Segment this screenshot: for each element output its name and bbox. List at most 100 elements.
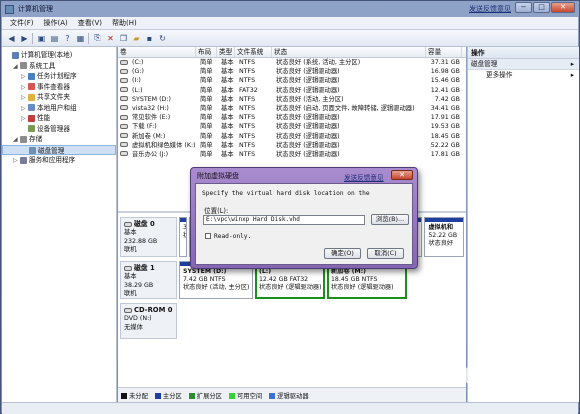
partition-block[interactable]: 37状 (179, 217, 187, 257)
tree-item[interactable]: ▷ 服务和应用程序 (2, 155, 116, 166)
disk-type: 基本 (124, 229, 137, 237)
attach-vhd-dialog: 附加虚拟硬盘 发送反馈意见 ✕ Specify the virtual hard… (190, 167, 418, 269)
table-cell: 基本 (217, 76, 235, 85)
legend-label: 可用空间 (236, 392, 263, 400)
menu-help[interactable]: 帮助(H) (112, 18, 137, 28)
up-folder-icon[interactable]: ▣ (36, 33, 47, 44)
table-cell: 状态良好 (逻辑驱动器) (272, 150, 426, 159)
menu-action[interactable]: 操作(A) (44, 18, 68, 28)
table-row[interactable]: 虚拟机和绿色媒体 (K:) 简单 基本 NTFS 状态良好 (逻辑驱动器) 52.22 G… (118, 141, 466, 150)
tree-node-icon (12, 51, 19, 59)
toolbar-separator (32, 32, 34, 44)
forward-icon[interactable]: ▶ (19, 33, 30, 44)
minimize-button[interactable]: − (515, 2, 532, 13)
help-icon[interactable]: ? (62, 33, 73, 44)
table-cell: 状态良好 (逻辑驱动器) (272, 141, 426, 150)
legend-swatch (269, 392, 276, 399)
feedback-link[interactable]: 发送反馈意见 (469, 4, 511, 14)
refresh-icon[interactable]: ↻ (157, 33, 168, 44)
computer-management-icon (5, 4, 14, 14)
tree-item-label: 事件查看器 (37, 82, 70, 91)
expand-arrow-icon[interactable]: ▷ (13, 156, 20, 167)
table-row[interactable]: (G:) 简单 基本 NTFS 状态良好 (逻辑驱动器) 16.98 GB (118, 67, 466, 76)
tree-item[interactable]: ▷ 任务计划程序 (2, 71, 116, 82)
delete-icon[interactable]: ✕ (105, 33, 116, 44)
table-row[interactable]: SYSTEM (D:) 简单 基本 NTFS 状态良好 (活动, 主分区) 7.42 GB (118, 95, 466, 104)
disk-label[interactable]: CD-ROM 0 DVD (N:) 无媒体 (120, 303, 177, 339)
disk-type: 基本 (124, 273, 137, 281)
export-list-icon[interactable]: ⎘ (92, 33, 103, 44)
table-cell: 简单 (196, 113, 217, 122)
dialog-feedback-link[interactable]: 发送反馈意见 (344, 172, 384, 182)
table-row[interactable]: (I:) 简单 基本 NTFS 状态良好 (逻辑驱动器) 15.46 GB (118, 76, 466, 85)
column-header-capacity[interactable]: 容量 (426, 47, 462, 57)
drive-icon (120, 105, 128, 111)
table-cell: 简单 (196, 76, 217, 85)
table-cell: NTFS (235, 95, 272, 104)
table-cell: 状态良好 (活动, 主分区) (272, 95, 426, 104)
cancel-button[interactable]: 取消(C) (367, 248, 404, 259)
table-row[interactable]: 新加卷 (M:) 简单 基本 NTFS 状态良好 (逻辑驱动器) 18.45 GB (118, 132, 466, 141)
cell-text: 15.46 GB (430, 77, 460, 85)
browse-button[interactable]: 浏览(B)... (371, 214, 409, 225)
tree-item[interactable]: ▷ 事件查看器 (2, 82, 116, 93)
cell-text: NTFS (239, 114, 256, 122)
readonly-checkbox[interactable]: Read-only. (205, 233, 251, 240)
cell-text: (G:) (132, 68, 144, 76)
tree-item[interactable]: ◢ 存储 (2, 134, 116, 145)
tree-item[interactable]: 磁盘管理 (2, 144, 116, 155)
table-row[interactable]: vista32 (H:) 简单 基本 NTFS 状态良好 (启动, 页面文件, 故障转储… (118, 104, 466, 113)
maximize-button[interactable]: □ (533, 2, 550, 13)
column-header-layout[interactable]: 布局 (196, 47, 217, 57)
menu-view[interactable]: 查看(V) (78, 18, 102, 28)
table-cell: 简单 (196, 58, 217, 67)
properties-icon[interactable]: ▦ (75, 33, 86, 44)
table-cell: 16.98 GB (426, 67, 462, 76)
tree-item[interactable]: ◢ 系统工具 (2, 61, 116, 72)
table-cell: 基本 (217, 95, 235, 104)
disk-label[interactable]: 磁盘 0 基本 232.88 GB 联机 (120, 217, 177, 257)
table-row[interactable]: (L:) 简单 基本 FAT32 状态良好 (逻辑驱动器) 12.41 GB (118, 86, 466, 95)
tree-item[interactable]: ▷ 共享文件夹 (2, 92, 116, 103)
ok-button[interactable]: 确定(O) (324, 248, 361, 259)
dialog-close-button[interactable]: ✕ (391, 170, 413, 180)
table-cell: FAT32 (235, 86, 272, 95)
cell-text: 基本 (221, 77, 234, 85)
legend-item: 扩展分区 (188, 391, 222, 400)
column-header-status[interactable]: 状态 (272, 47, 426, 57)
disk-label[interactable]: 磁盘 1 基本 38.29 GB 联机 (120, 261, 177, 299)
tree-item[interactable]: ▷ 性能 (2, 113, 116, 124)
column-header-filesystem[interactable]: 文件系统 (235, 47, 272, 57)
table-cell: 17.91 GB (426, 113, 462, 122)
checkbox-box[interactable] (205, 233, 211, 239)
menu-file[interactable]: 文件(F) (10, 18, 34, 28)
copy-icon[interactable]: ❐ (118, 33, 129, 44)
cell-text: NTFS (239, 123, 256, 131)
cell-text: NTFS (239, 59, 256, 66)
tree-item[interactable]: ▷ 本地用户和组 (2, 103, 116, 114)
tree-item[interactable]: 设备管理器 (2, 124, 116, 135)
cell-text: 基本 (221, 150, 234, 158)
close-button[interactable]: ✕ (551, 2, 575, 13)
table-cell: 基本 (217, 86, 235, 95)
actions-section-disk-management[interactable]: 磁盘管理 ▸ (468, 59, 579, 70)
table-row[interactable]: 下载 (F:) 简单 基本 NTFS 状态良好 (逻辑驱动器) 19.53 GB (118, 122, 466, 131)
location-input[interactable]: E:\vpc\winxp Hard Disk.vhd (203, 215, 365, 225)
table-row[interactable]: (C:) 简单 基本 NTFS 状态良好 (系统, 活动, 主分区) 37.31 GB (118, 58, 466, 67)
save-icon[interactable]: ▪ (144, 33, 155, 44)
actions-pane: 操作 磁盘管理 ▸ 更多操作 ▸ (467, 47, 579, 402)
tree-item[interactable]: 计算机管理(本地) (2, 50, 116, 61)
open-folder-icon[interactable]: ▰ (131, 33, 142, 44)
collapse-arrow-icon: ▸ (570, 60, 574, 68)
show-hide-tree-icon[interactable]: ▤ (49, 33, 60, 44)
table-row[interactable]: 音乐办公 (J:) 简单 基本 NTFS 状态良好 (逻辑驱动器) 17.81 GB (118, 150, 466, 159)
column-header-volume[interactable]: 卷 (118, 47, 196, 57)
column-header-type[interactable]: 类型 (217, 47, 235, 57)
table-cell: vista32 (H:) (118, 104, 196, 113)
table-row[interactable]: 常见软件 (E:) 简单 基本 NTFS 状态良好 (逻辑驱动器) 17.91 GB (118, 113, 466, 122)
back-icon[interactable]: ◀ (6, 33, 17, 44)
cell-text: 17.91 GB (430, 114, 460, 122)
partition-line2: 状态良好 (活动, 主分区) (183, 283, 250, 291)
partition-block[interactable]: 虚拟机和 52.22 GB 状态良好 (424, 217, 464, 257)
more-actions-item[interactable]: 更多操作 ▸ (468, 70, 579, 81)
